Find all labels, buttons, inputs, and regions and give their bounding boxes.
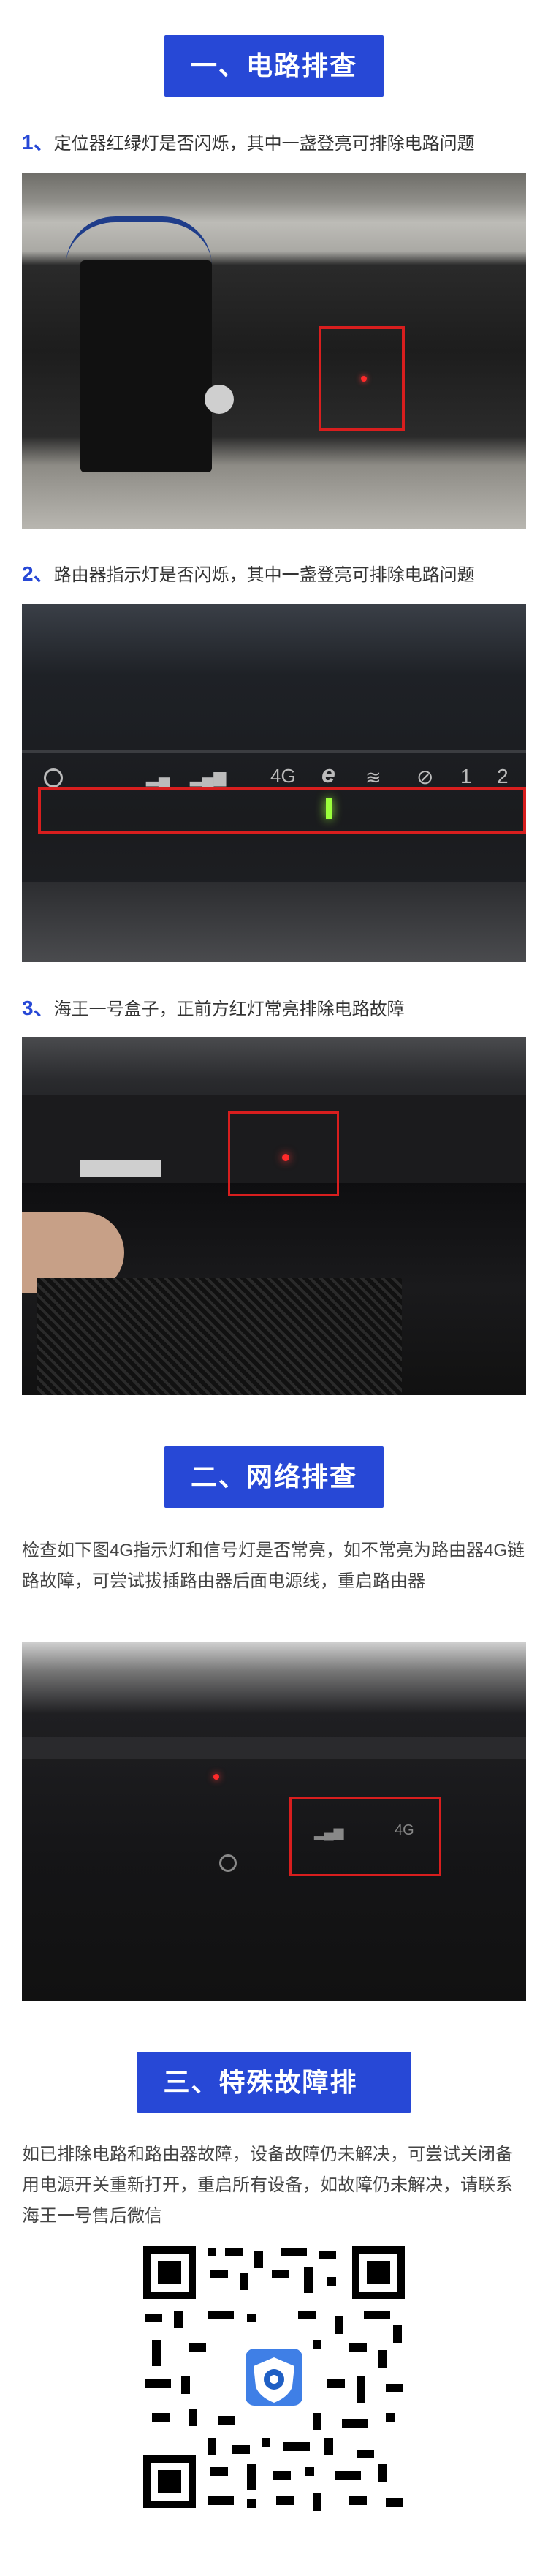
screw — [205, 385, 234, 414]
port-1-label: 1 — [460, 765, 472, 787]
router-edge — [22, 750, 526, 753]
step-1: 1、定位器红绿灯是否闪烁，其中一盏登亮可排除电路问题 — [22, 130, 526, 156]
network-instructions: 检查如下图4G指示灯和信号灯是否常亮，如不常亮为路由器4G链路故障，可尝试拔插路… — [22, 1541, 525, 1591]
power-icon — [219, 1854, 237, 1872]
vent-grille — [37, 1278, 402, 1395]
red-led — [361, 376, 367, 382]
power-icon — [44, 768, 63, 787]
locator-module — [80, 260, 212, 472]
4g-indicator-highlight — [289, 1797, 441, 1876]
step-text: 定位器红绿灯是否闪烁，其中一盏登亮可排除电路问题 — [53, 134, 475, 154]
green-led — [326, 798, 332, 819]
step-3: 3、海王一号盒子，正前方红灯常亮排除电路故障 — [22, 996, 526, 1022]
internet-e-icon: e — [321, 760, 335, 788]
qr-code-image — [137, 2240, 411, 2514]
red-led — [282, 1154, 289, 1161]
4g-indicator-photo: ▂▄▆ 4G — [22, 1642, 526, 2001]
router-top — [22, 1737, 526, 1759]
section-title-special: 三、特殊故障排查 — [137, 2052, 411, 2158]
step-2: 2、路由器指示灯是否闪烁，其中一盏登亮可排除电路问题 — [22, 562, 526, 588]
signal-bar-icon: ▂▄▆ — [190, 768, 227, 786]
globe-icon: ⊘ — [416, 766, 434, 788]
red-led — [213, 1774, 219, 1780]
indicator-highlight — [38, 787, 526, 834]
signal-bar-icon: ▂▄▆ — [314, 1825, 344, 1840]
sticker — [80, 1160, 161, 1177]
power-cable — [66, 216, 212, 266]
section-title-network: 二、网络排查 — [164, 1446, 384, 1508]
step-text: 路由器指示灯是否闪烁，其中一盏登亮可排除电路问题 — [53, 565, 475, 585]
step-number: 3、 — [22, 997, 54, 1019]
label-4g: 4G — [270, 765, 296, 787]
section-title-circuit: 一、电路排查 — [164, 35, 384, 97]
special-instructions: 如已排除电路和路由器故障，设备故障仍未解决，可尝试关闭备用电源开关重新打开，重启… — [22, 2145, 513, 2226]
signal-bar-icon: ▂▄ — [146, 768, 170, 786]
step-number: 2、 — [22, 562, 54, 585]
router-photo: ▂▄ ▂▄▆ 4G e ≋ ⊘ 1 2 — [22, 604, 526, 962]
box-photo — [22, 1037, 526, 1395]
port-2-label: 2 — [497, 765, 509, 787]
wifi-icon: ≋ — [365, 766, 381, 788]
label-4g: 4G — [395, 1822, 414, 1838]
step-text: 海王一号盒子，正前方红灯常亮排除电路故障 — [53, 1000, 405, 1019]
desk-cable — [22, 882, 526, 962]
locator-photo — [22, 173, 526, 529]
step-number: 1、 — [22, 131, 54, 154]
qr-code[interactable] — [137, 2240, 411, 2514]
